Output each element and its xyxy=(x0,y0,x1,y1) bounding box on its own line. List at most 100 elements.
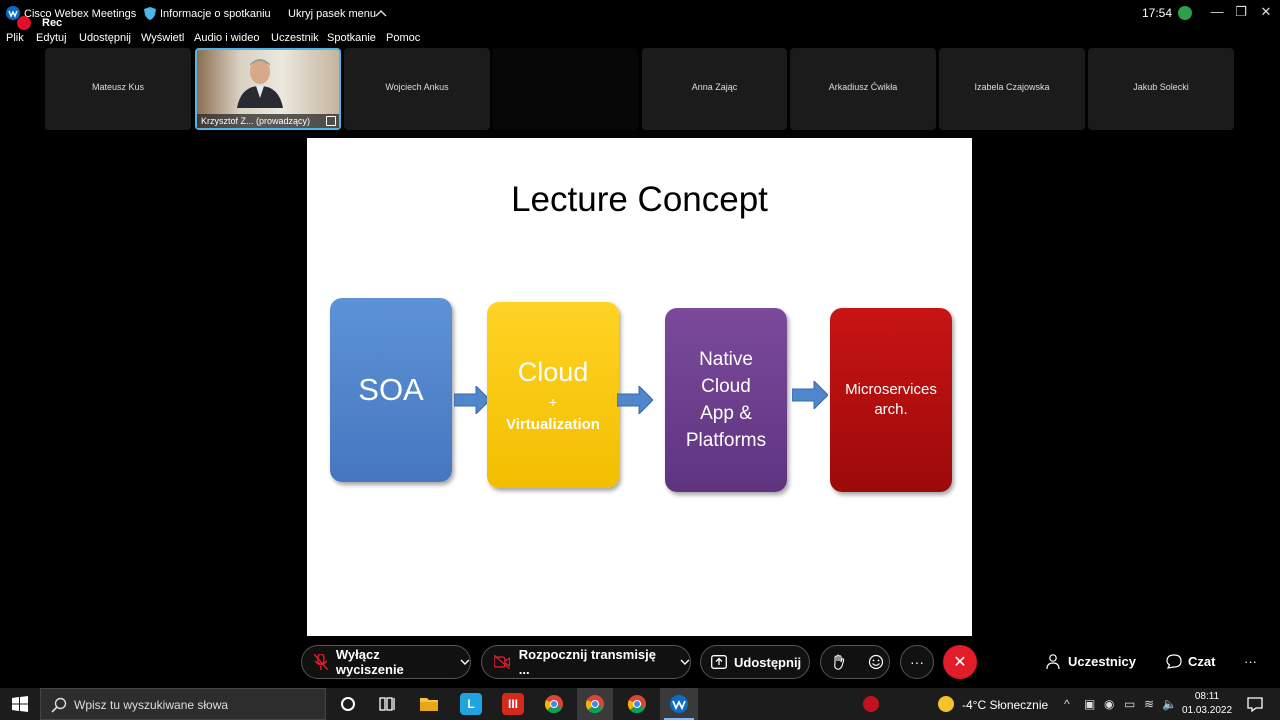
video-off-icon xyxy=(494,655,510,669)
more-options-button[interactable]: ··· xyxy=(900,645,934,679)
arrow-right-icon xyxy=(454,386,490,414)
participant-tile[interactable]: Wojciech Ankus xyxy=(344,48,490,130)
wifi-icon[interactable]: ≋ xyxy=(1144,697,1154,711)
weather-text[interactable]: -4°C Słonecznie xyxy=(962,698,1048,712)
participant-tile[interactable]: Izabela Czajowska xyxy=(939,48,1085,130)
clock-time: 08:11 xyxy=(1194,691,1220,702)
share-label: Udostępnij xyxy=(734,654,802,670)
chevron-down-icon[interactable] xyxy=(460,658,470,666)
taskbar-search-box[interactable]: Wpisz tu wyszukiwane słowa xyxy=(40,688,326,720)
overflow-label: ··· xyxy=(1244,654,1257,669)
participant-name: Izabela Czajowska xyxy=(974,82,1050,92)
system-clock[interactable]: 08:11 01.03.2022 xyxy=(1176,690,1238,718)
chrome-profile-2-icon[interactable] xyxy=(626,693,648,715)
participants-icon xyxy=(1046,654,1060,669)
sharing-icon xyxy=(326,116,336,126)
red-app-tray-icon[interactable] xyxy=(860,693,882,715)
menu-meeting[interactable]: Spotkanie xyxy=(327,32,376,44)
share-button[interactable]: Udostępnij xyxy=(700,645,810,679)
menu-file[interactable]: Plik xyxy=(6,32,24,44)
menu-audio-video[interactable]: Audio i wideo xyxy=(194,32,259,44)
participants-button[interactable]: Uczestnicy xyxy=(1046,654,1136,669)
unmute-button[interactable]: Wyłącz wyciszenie xyxy=(301,645,471,679)
close-icon[interactable]: ✕ xyxy=(1254,2,1278,22)
hide-menu-bar-button[interactable]: Ukryj pasek menu xyxy=(288,8,376,20)
chevron-up-icon[interactable] xyxy=(375,8,387,18)
chrome-icon[interactable] xyxy=(543,693,565,715)
task-view-icon[interactable] xyxy=(376,693,398,715)
clock-date: 01.03.2022 xyxy=(1181,705,1233,716)
windows-taskbar: Wpisz tu wyszukiwane słowa L III -4°C Sł… xyxy=(0,688,1280,720)
start-video-label: Rozpocznij transmisję ... xyxy=(518,647,656,677)
menu-help[interactable]: Pomoc xyxy=(386,32,420,44)
reactions-group xyxy=(820,645,890,679)
microservices-label: Microservices xyxy=(845,381,937,398)
search-icon xyxy=(51,697,67,713)
plus-label: + xyxy=(548,394,558,410)
menu-participant[interactable]: Uczestnik xyxy=(271,32,319,44)
network-status-icon[interactable] xyxy=(1178,6,1192,20)
microphone-muted-icon xyxy=(314,654,328,670)
participant-tile[interactable]: Mateusz Kus xyxy=(45,48,191,130)
notifications-icon[interactable] xyxy=(1244,693,1266,715)
windows-start-icon[interactable] xyxy=(12,696,28,712)
shield-icon xyxy=(144,7,156,20)
microservices-box: Microservices arch. xyxy=(830,308,952,492)
chevron-down-icon[interactable] xyxy=(680,658,690,666)
menu-view[interactable]: Wyświetl xyxy=(141,32,184,44)
share-screen-icon xyxy=(711,655,727,669)
microphone-tray-icon[interactable]: ◉ xyxy=(1104,697,1114,711)
window-titlebar: Cisco Webex Meetings Informacje o spotka… xyxy=(0,0,1280,30)
file-explorer-icon[interactable] xyxy=(418,693,440,715)
menu-edit[interactable]: Edytuj xyxy=(36,32,67,44)
chevron-up-icon[interactable]: ^ xyxy=(1064,697,1070,711)
menu-share[interactable]: Udostępnij xyxy=(79,32,131,44)
participants-label: Uczestnicy xyxy=(1068,654,1136,669)
participant-name: Anna Zając xyxy=(691,82,738,92)
cortana-icon[interactable] xyxy=(337,693,359,715)
native-cloud-box: Native Cloud App & Platforms xyxy=(665,308,787,492)
volume-icon[interactable]: 🔈 xyxy=(1162,697,1177,711)
native-label: App & xyxy=(700,403,752,424)
raise-hand-icon[interactable] xyxy=(832,654,846,670)
camera-tray-icon[interactable]: ▣ xyxy=(1084,697,1095,711)
native-label: Native xyxy=(699,349,753,370)
end-meeting-button[interactable]: ✕ xyxy=(943,645,977,679)
chrome-profile-icon[interactable] xyxy=(584,693,606,715)
participant-name: Krzysztof Z... (prowadzący) xyxy=(197,114,339,128)
overflow-menu-button[interactable]: ··· xyxy=(1244,654,1257,669)
restore-icon[interactable]: ❐ xyxy=(1229,2,1253,22)
minimize-icon[interactable]: — xyxy=(1205,2,1229,22)
participant-name: Arkadiusz Ćwikła xyxy=(828,82,898,92)
arrow-right-icon xyxy=(617,386,653,414)
participant-tile-active[interactable]: Krzysztof Z... (prowadzący) xyxy=(195,48,341,130)
meeting-info-button[interactable]: Informacje o spotkaniu xyxy=(160,8,271,20)
participant-tile[interactable]: Arkadiusz Ćwikła xyxy=(790,48,936,130)
shared-slide: Lecture Concept SOA Cloud + Virtualizati… xyxy=(307,138,972,636)
app-l-icon[interactable]: L xyxy=(460,693,482,715)
battery-icon[interactable]: ▭ xyxy=(1124,697,1135,711)
start-video-button[interactable]: Rozpocznij transmisję ... xyxy=(481,645,691,679)
native-label: Cloud xyxy=(701,376,751,397)
app-title: Cisco Webex Meetings xyxy=(24,8,137,20)
arrow-right-icon xyxy=(792,381,828,409)
cloud-box: Cloud + Virtualization xyxy=(487,302,619,488)
meeting-timer: 17:54 xyxy=(1142,6,1173,20)
webex-taskbar-icon[interactable] xyxy=(668,693,690,715)
virtualization-label: Virtualization xyxy=(506,416,600,433)
participant-tile[interactable] xyxy=(493,48,638,130)
participant-name: Jakub Solecki xyxy=(1133,82,1189,92)
participant-tile[interactable]: Anna Zając xyxy=(642,48,787,130)
reactions-icon[interactable] xyxy=(868,654,884,670)
more-label: ··· xyxy=(910,654,924,670)
weather-sun-icon[interactable] xyxy=(938,696,954,712)
participant-tile[interactable]: Jakub Solecki xyxy=(1088,48,1234,130)
native-label: Platforms xyxy=(685,430,767,451)
chat-button[interactable]: Czat xyxy=(1166,654,1215,669)
unmute-label: Wyłącz wyciszenie xyxy=(335,647,404,677)
app-red-icon[interactable]: III xyxy=(502,693,524,715)
microservices-label: arch. xyxy=(874,401,908,418)
recording-label: Rec xyxy=(42,17,63,29)
presenter-video-image xyxy=(237,59,283,108)
menu-bar: Plik Edytuj Udostępnij Wyświetl Audio i … xyxy=(0,30,1280,46)
